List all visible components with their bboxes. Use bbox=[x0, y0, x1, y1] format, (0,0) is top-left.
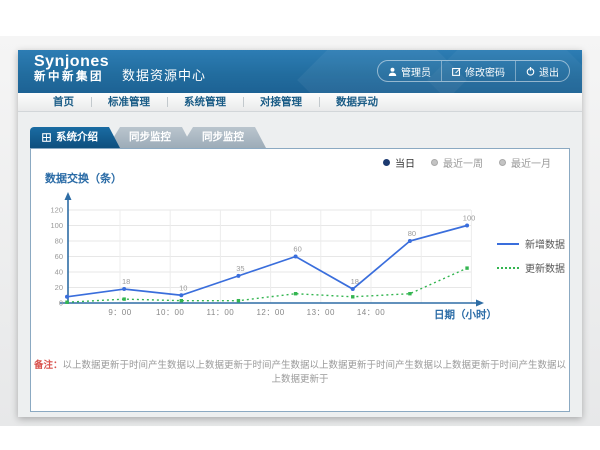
line-chart: 0 20 40 60 80 100 120 9：00 10：00 11：00 12：00 13：00 1… bbox=[40, 191, 510, 331]
filter-last-month[interactable]: 最近一月 bbox=[499, 155, 551, 170]
x-tick-label: 11：00 bbox=[207, 308, 235, 317]
y-tick-label: 20 bbox=[55, 283, 63, 292]
nav-item-interface-mgmt[interactable]: 对接管理 bbox=[243, 93, 319, 111]
data-point bbox=[465, 224, 469, 228]
x-axis-arrow-icon bbox=[476, 300, 484, 307]
y-axis-title: 数据交换（条） bbox=[45, 170, 122, 186]
data-point bbox=[236, 274, 240, 278]
x-tick-label: 9：00 bbox=[108, 308, 131, 317]
data-point bbox=[465, 266, 468, 269]
y-tick-label: 120 bbox=[50, 206, 63, 215]
nav-item-data-change[interactable]: 数据异动 bbox=[319, 93, 395, 111]
dotted-line-swatch bbox=[497, 267, 519, 269]
current-user-label: 管理员 bbox=[401, 64, 431, 79]
chart-panel: 当日 最近一周 最近一月 数据交换（条） 0 20 40 60 80 100 120 9：00… bbox=[30, 148, 570, 412]
filter-label: 当日 bbox=[395, 155, 415, 170]
point-label: 18 bbox=[122, 277, 130, 286]
range-filter-group: 当日 最近一周 最近一月 bbox=[383, 155, 551, 170]
data-point bbox=[179, 293, 183, 297]
filter-today[interactable]: 当日 bbox=[383, 155, 415, 170]
data-point bbox=[408, 239, 412, 243]
point-label: 10 bbox=[179, 283, 187, 292]
app-header: Synjones 新中新集团 数据资源中心 管理员 修改密码 退出 bbox=[18, 50, 582, 93]
filter-last-week[interactable]: 最近一周 bbox=[431, 155, 483, 170]
content-area: 系统介绍 同步监控 同步监控 当日 最近一周 bbox=[18, 112, 582, 417]
data-point bbox=[122, 297, 125, 300]
grid-icon bbox=[42, 133, 51, 142]
x-tick-label: 14：00 bbox=[357, 308, 385, 317]
tab-system-intro[interactable]: 系统介绍 bbox=[30, 127, 120, 148]
point-label: 35 bbox=[236, 264, 244, 273]
legend-label: 更新数据 bbox=[525, 260, 565, 275]
data-point bbox=[351, 295, 354, 298]
x-tick-label: 10：00 bbox=[156, 308, 184, 317]
point-label: 100 bbox=[463, 214, 476, 223]
x-axis-title: 日期（小时） bbox=[434, 308, 497, 321]
point-label: 80 bbox=[408, 229, 416, 238]
filter-label: 最近一月 bbox=[511, 155, 551, 170]
radio-icon bbox=[499, 159, 506, 166]
radio-icon bbox=[431, 159, 438, 166]
page-title: 数据资源中心 bbox=[122, 65, 206, 84]
footnote-text: 以上数据更新于时间产生数据以上数据更新于时间产生数据以上数据更新于时间产生数据以… bbox=[63, 360, 567, 385]
current-user-button[interactable]: 管理员 bbox=[378, 61, 441, 81]
solid-line-swatch bbox=[497, 243, 519, 245]
nav-item-home[interactable]: 首页 bbox=[36, 93, 91, 111]
main-nav: 首页 标准管理 系统管理 对接管理 数据异动 bbox=[18, 93, 582, 112]
legend-label: 新增数据 bbox=[525, 236, 565, 251]
brand-logo: Synjones 新中新集团 bbox=[34, 54, 109, 83]
tab-bar: 系统介绍 同步监控 同步监控 bbox=[30, 127, 266, 148]
power-icon bbox=[526, 67, 535, 76]
x-tick-label: 13：00 bbox=[307, 308, 335, 317]
tab-label: 同步监控 bbox=[129, 131, 171, 143]
logout-button[interactable]: 退出 bbox=[515, 61, 569, 81]
edit-icon bbox=[452, 67, 461, 76]
nav-item-system-mgmt[interactable]: 系统管理 bbox=[167, 93, 243, 111]
legend-item-new-data[interactable]: 新增数据 bbox=[497, 236, 565, 251]
filter-label: 最近一周 bbox=[443, 155, 483, 170]
data-point bbox=[122, 287, 126, 291]
x-tick-label: 12：00 bbox=[256, 308, 284, 317]
y-tick-label: 100 bbox=[50, 221, 63, 230]
y-tick-label: 80 bbox=[55, 237, 63, 246]
tab-sync-monitor-2[interactable]: 同步监控 bbox=[180, 127, 266, 148]
data-point bbox=[294, 292, 297, 295]
footnote: 备注：以上数据更新于时间产生数据以上数据更新于时间产生数据以上数据更新于时间产生… bbox=[31, 357, 569, 385]
radio-selected-icon bbox=[383, 159, 390, 166]
y-tick-label: 40 bbox=[55, 268, 63, 277]
change-password-label: 修改密码 bbox=[465, 64, 505, 79]
data-point bbox=[180, 299, 183, 302]
tab-label: 同步监控 bbox=[202, 131, 244, 143]
y-axis-arrow-icon bbox=[65, 192, 72, 200]
tab-sync-monitor-1[interactable]: 同步监控 bbox=[107, 127, 193, 148]
nav-item-standard-mgmt[interactable]: 标准管理 bbox=[91, 93, 167, 111]
tab-label: 系统介绍 bbox=[56, 127, 98, 148]
point-label: 60 bbox=[293, 245, 301, 254]
user-icon bbox=[388, 67, 397, 76]
app-window: Synjones 新中新集团 数据资源中心 管理员 修改密码 退出 首页 标准管… bbox=[18, 50, 582, 417]
chart-legend: 新增数据 更新数据 bbox=[497, 236, 565, 275]
change-password-button[interactable]: 修改密码 bbox=[441, 61, 515, 81]
logout-label: 退出 bbox=[539, 64, 559, 79]
brand-logo-cn: 新中新集团 bbox=[34, 71, 109, 83]
brand-logo-en: Synjones bbox=[34, 54, 109, 71]
y-tick-label: 60 bbox=[55, 252, 63, 261]
data-point bbox=[65, 295, 69, 299]
data-point bbox=[65, 301, 68, 304]
data-point bbox=[408, 292, 411, 295]
footnote-prefix: 备注： bbox=[34, 360, 63, 371]
data-point bbox=[237, 299, 240, 302]
point-label: 18 bbox=[351, 277, 359, 286]
data-point bbox=[351, 287, 355, 291]
header-actions: 管理员 修改密码 退出 bbox=[377, 60, 570, 82]
data-point bbox=[294, 255, 298, 259]
legend-item-updated-data[interactable]: 更新数据 bbox=[497, 260, 565, 275]
y-tick-label: 0 bbox=[59, 299, 63, 308]
